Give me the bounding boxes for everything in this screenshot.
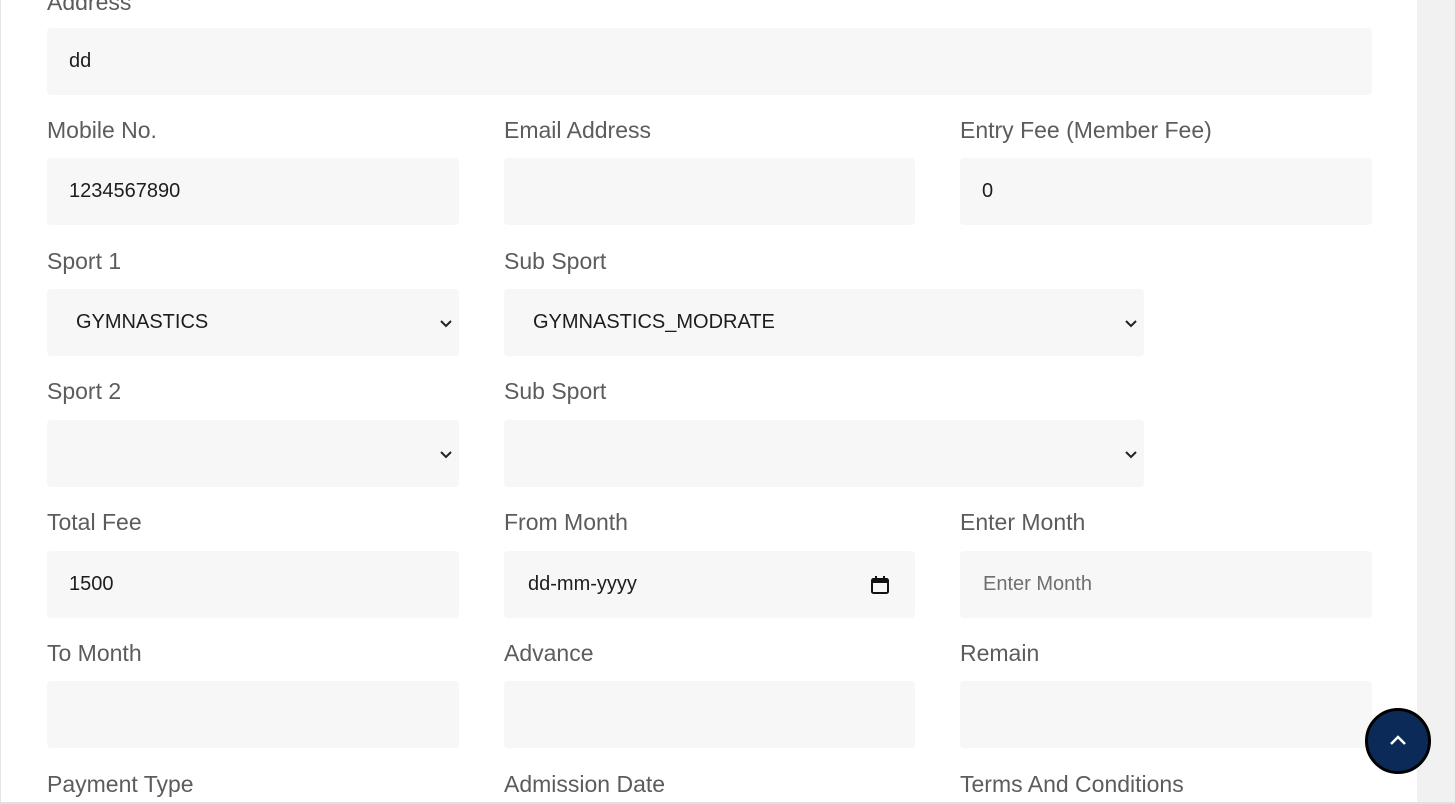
- sport1-select[interactable]: GYMNASTICS: [47, 289, 459, 356]
- total-fee-label: Total Fee: [47, 509, 142, 535]
- calendar-icon[interactable]: [870, 575, 890, 595]
- mobile-value: 1234567890: [69, 180, 181, 202]
- sport2-select[interactable]: [47, 420, 459, 487]
- sport1-label: Sport 1: [47, 248, 122, 274]
- chevron-down-icon: [1125, 450, 1137, 458]
- total-fee-value: 1500: [69, 573, 114, 595]
- email-label: Email Address: [504, 117, 652, 143]
- chevron-up-icon: [1390, 735, 1406, 745]
- to-month-input[interactable]: [47, 681, 459, 748]
- sub-sport2-select[interactable]: [504, 420, 1144, 487]
- payment-type-label: Payment Type: [47, 771, 194, 797]
- enter-month-input[interactable]: Enter Month: [960, 551, 1372, 618]
- from-month-value: dd-mm-yyyy: [528, 573, 637, 595]
- address-label: Address: [47, 0, 132, 15]
- chevron-down-icon: [1125, 319, 1137, 327]
- terms-label: Terms And Conditions: [960, 771, 1184, 797]
- enter-month-label: Enter Month: [960, 509, 1086, 535]
- from-month-date-input[interactable]: dd-mm-yyyy: [504, 551, 915, 618]
- advance-label: Advance: [504, 640, 594, 666]
- from-month-label: From Month: [504, 509, 628, 535]
- sub-sport1-select[interactable]: GYMNASTICS_MODRATE: [504, 289, 1144, 356]
- entry-fee-input[interactable]: 0: [960, 158, 1372, 225]
- sub-sport1-selected: GYMNASTICS_MODRATE: [533, 311, 775, 333]
- remain-input[interactable]: [960, 681, 1372, 748]
- scroll-to-top-button[interactable]: [1365, 708, 1431, 774]
- email-input[interactable]: [504, 158, 915, 225]
- sub-sport1-label: Sub Sport: [504, 248, 607, 274]
- remain-label: Remain: [960, 640, 1040, 666]
- entry-fee-label: Entry Fee (Member Fee): [960, 117, 1212, 143]
- sport1-selected: GYMNASTICS: [76, 311, 209, 333]
- advance-input[interactable]: [504, 681, 915, 748]
- sport2-label: Sport 2: [47, 378, 122, 404]
- enter-month-placeholder: Enter Month: [983, 573, 1092, 595]
- to-month-label: To Month: [47, 640, 142, 666]
- mobile-label: Mobile No.: [47, 117, 157, 143]
- total-fee-input[interactable]: 1500: [47, 551, 459, 618]
- chevron-down-icon: [440, 450, 452, 458]
- entry-fee-value: 0: [982, 180, 994, 202]
- mobile-input[interactable]: 1234567890: [47, 158, 459, 225]
- address-input[interactable]: dd: [47, 28, 1372, 95]
- admission-date-label: Admission Date: [504, 771, 666, 797]
- chevron-down-icon: [440, 319, 452, 327]
- address-value: dd: [69, 50, 92, 72]
- sub-sport2-label: Sub Sport: [504, 378, 607, 404]
- registration-form: Address dd Mobile No. 1234567890 Email A…: [0, 0, 1417, 804]
